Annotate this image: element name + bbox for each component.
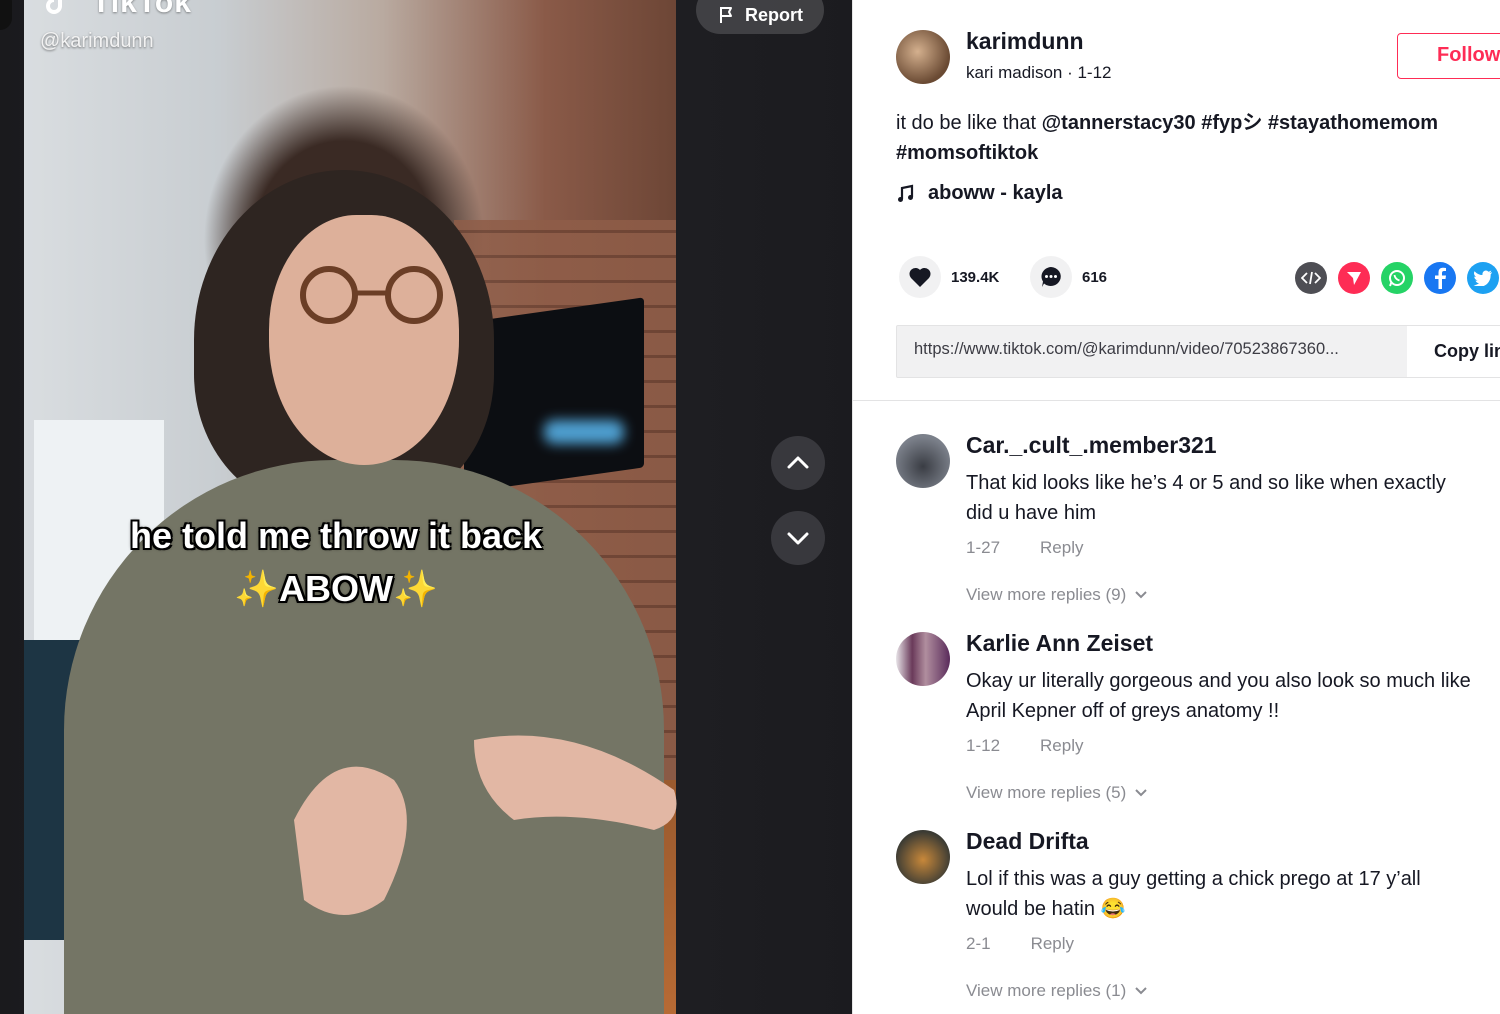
video-scene-tv-glow (544, 420, 624, 444)
whatsapp-icon[interactable] (1381, 262, 1413, 294)
chevron-up-icon (787, 456, 809, 469)
view-more-replies[interactable]: View more replies (1) (966, 981, 1148, 1001)
flag-icon (720, 7, 732, 23)
comment-button[interactable]: 616 (1030, 256, 1107, 298)
comment-meta: 1-12 Reply (966, 736, 1084, 756)
video-info-panel: karimdunn kari madison · 1-12 Follow it … (852, 0, 1500, 1014)
chevron-down-icon (1135, 987, 1148, 995)
comment-username[interactable]: Karlie Ann Zeiset (966, 630, 1153, 657)
view-more-replies[interactable]: View more replies (9) (966, 585, 1148, 605)
view-more-replies-label: View more replies (9) (966, 585, 1127, 604)
comment-username[interactable]: Dead Drifta (966, 828, 1089, 855)
report-button[interactable]: Report (696, 0, 824, 34)
music-link[interactable]: aboww - kayla (896, 182, 1063, 205)
video-player[interactable]: TikTok @karimdunn he told me throw it ba… (0, 0, 852, 1014)
sparkle-icon: ✨ (234, 568, 279, 609)
video-watermark-brand: TikTok (92, 0, 192, 19)
video-link-url[interactable]: https://www.tiktok.com/@karimdunn/video/… (914, 340, 1339, 359)
avatar[interactable] (896, 434, 950, 488)
twitter-icon[interactable] (1467, 262, 1499, 294)
previous-video-button[interactable] (771, 436, 825, 490)
comment-icon (1041, 267, 1061, 287)
send-icon[interactable] (1338, 262, 1370, 294)
view-more-replies-label: View more replies (5) (966, 783, 1127, 802)
next-video-button[interactable] (771, 511, 825, 565)
comment-username[interactable]: Car._.cult_.member321 (966, 432, 1217, 459)
video-watermark-handle: @karimdunn (40, 30, 154, 52)
mention-link[interactable]: @tannerstacy30 (1042, 112, 1196, 134)
heart-icon (909, 267, 931, 287)
video-person-face (269, 215, 459, 465)
video-frame[interactable] (24, 0, 677, 1014)
comment-date: 1-27 (966, 538, 1001, 557)
follow-button[interactable]: Follow (1397, 33, 1500, 79)
close-icon[interactable] (0, 0, 12, 30)
reply-button[interactable]: Reply (1031, 934, 1074, 953)
comment-count: 616 (1082, 268, 1108, 286)
avatar[interactable] (896, 632, 950, 686)
chevron-down-icon (1135, 591, 1148, 599)
facebook-icon[interactable] (1424, 262, 1456, 294)
chevron-down-icon (787, 532, 809, 545)
embed-icon[interactable] (1295, 262, 1327, 294)
video-person-glasses (300, 266, 443, 324)
comment-text: Lol if this was a guy getting a chick pr… (966, 868, 1421, 920)
reply-button[interactable]: Reply (1040, 736, 1083, 755)
chevron-down-icon (1135, 789, 1148, 797)
author-username[interactable]: karimdunn (966, 28, 1084, 55)
sparkle-icon: ✨ (392, 568, 438, 609)
divider (853, 400, 1500, 401)
copy-link-button[interactable]: Copy link (1407, 326, 1500, 377)
comment-date: 1-12 (966, 736, 1001, 755)
comment-text: Okay ur literally gorgeous and you also … (966, 670, 1471, 722)
video-caption-line1: he told me throw it back (129, 515, 543, 556)
comment-meta: 2-1 Reply (966, 934, 1074, 954)
author-meta: kari madison · 1-12 (966, 63, 1112, 82)
video-link-box: https://www.tiktok.com/@karimdunn/video/… (896, 325, 1500, 378)
music-title: aboww - kayla (928, 182, 1063, 204)
tiktok-logo-icon (46, 0, 62, 14)
view-more-replies-label: View more replies (1) (966, 981, 1127, 1000)
video-person-hands (294, 735, 677, 915)
like-button[interactable]: 139.4K (899, 256, 999, 298)
comment-meta: 1-27 Reply (966, 538, 1084, 558)
comment-date: 2-1 (966, 934, 991, 953)
music-note-icon (898, 184, 914, 202)
video-caption-line2: ✨ABOW✨ (10, 568, 662, 610)
video-description: it do be like that @tannerstacy30 #fypシ … (896, 108, 1476, 168)
description-text: it do be like that (896, 112, 1042, 134)
view-more-replies[interactable]: View more replies (5) (966, 783, 1148, 803)
like-count: 139.4K (951, 268, 1000, 286)
report-label: Report (745, 4, 803, 25)
avatar[interactable] (896, 830, 950, 884)
comment-text: That kid looks like he’s 4 or 5 and so l… (966, 472, 1446, 524)
author-avatar[interactable] (896, 30, 950, 84)
reply-button[interactable]: Reply (1040, 538, 1083, 557)
caption-abow: ABOW (279, 568, 393, 609)
